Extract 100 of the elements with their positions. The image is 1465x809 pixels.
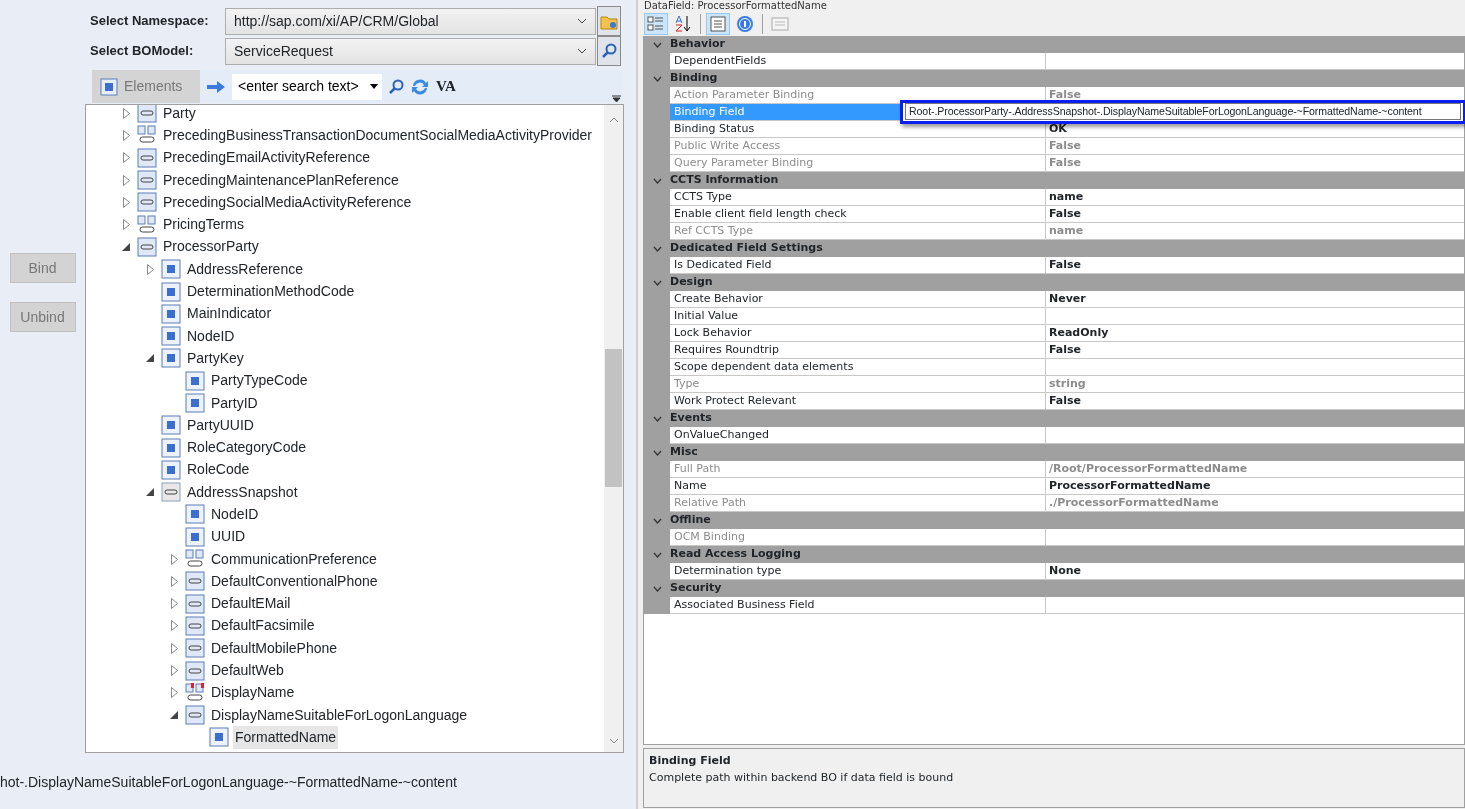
tree-item[interactable]: UUID xyxy=(209,525,248,549)
va-button[interactable]: VA xyxy=(436,75,456,98)
tree-item[interactable]: DefaultMobilePhone xyxy=(209,636,340,660)
collapsed-icon[interactable] xyxy=(170,620,178,632)
property-value[interactable]: False xyxy=(1046,393,1464,410)
property-name[interactable]: OnValueChanged xyxy=(670,427,1046,444)
categorized-icon[interactable] xyxy=(644,13,668,35)
scrollbar-thumb[interactable] xyxy=(605,349,622,487)
collapsed-icon[interactable] xyxy=(170,598,178,610)
collapse-icon[interactable] xyxy=(652,279,662,286)
scroll-down-icon[interactable] xyxy=(608,738,619,744)
tree-item[interactable]: AddressReference xyxy=(185,257,305,281)
collapse-icon[interactable] xyxy=(652,585,662,592)
property-value[interactable]: False xyxy=(1046,206,1464,223)
tree-item[interactable]: DefaultEMail xyxy=(209,592,293,616)
collapsed-icon[interactable] xyxy=(170,665,178,677)
tree-item[interactable]: CommunicationPreference xyxy=(209,547,379,571)
property-value[interactable]: False xyxy=(1046,342,1464,359)
collapsed-icon[interactable] xyxy=(122,196,130,208)
category-header[interactable]: Binding xyxy=(670,70,718,87)
tree-item[interactable]: PrecedingBusinessTransactionDocumentSocialMediaActivityProvider xyxy=(161,123,594,147)
property-name[interactable]: Associated Business Field xyxy=(670,597,1046,614)
search-field[interactable]: <enter search text> xyxy=(232,73,382,100)
tree-item[interactable]: ProcessorParty xyxy=(161,235,261,259)
property-value[interactable]: None xyxy=(1046,563,1464,580)
tree-item[interactable]: PrecedingEmailActivityReference xyxy=(161,146,372,170)
list-icon[interactable] xyxy=(706,13,730,35)
property-name[interactable]: Initial Value xyxy=(670,308,1046,325)
tree-item[interactable]: PrecedingMaintenancePlanReference xyxy=(161,168,401,192)
category-header[interactable]: CCTS Information xyxy=(670,172,779,189)
collapsed-icon[interactable] xyxy=(170,575,178,587)
property-value[interactable]: ReadOnly xyxy=(1046,325,1464,342)
property-name[interactable]: Name xyxy=(670,478,1046,495)
property-value[interactable]: ProcessorFormattedName xyxy=(1046,478,1464,495)
expanded-icon[interactable] xyxy=(170,711,178,720)
tree-item[interactable]: PartyUUID xyxy=(185,413,256,437)
tree-item[interactable]: DefaultFacsimile xyxy=(209,614,317,638)
search-button[interactable] xyxy=(597,36,621,66)
property-name[interactable]: Requires Roundtrip xyxy=(670,342,1046,359)
tree-item[interactable]: RoleCode xyxy=(185,458,252,482)
category-header[interactable]: Offline xyxy=(670,512,711,529)
property-name[interactable]: DependentFields xyxy=(670,53,1046,70)
collapsed-icon[interactable] xyxy=(170,642,178,654)
collapse-icon[interactable] xyxy=(652,177,662,184)
collapsed-icon[interactable] xyxy=(170,687,178,699)
tree-item[interactable]: NodeID xyxy=(209,503,261,526)
category-header[interactable]: Misc xyxy=(670,444,698,461)
property-name[interactable]: Lock Behavior xyxy=(670,325,1046,342)
property-value[interactable]: name xyxy=(1046,189,1464,206)
scroll-up-icon[interactable] xyxy=(608,117,619,123)
tree-item[interactable]: NodeID xyxy=(185,324,237,348)
tree-item[interactable]: PricingTerms xyxy=(161,213,246,237)
collapsed-icon[interactable] xyxy=(122,174,130,186)
category-header[interactable]: Design xyxy=(670,274,713,291)
tree-item[interactable]: MainIndicator xyxy=(185,302,274,326)
collapsed-icon[interactable] xyxy=(122,152,130,164)
property-name[interactable]: Scope dependent data elements xyxy=(670,359,1046,376)
property-name[interactable]: Determination type xyxy=(670,563,1046,580)
tree-item[interactable]: PartyTypeCode xyxy=(209,369,310,393)
property-name[interactable]: Create Behavior xyxy=(670,291,1046,308)
collapse-icon[interactable] xyxy=(652,551,662,558)
tree-item[interactable]: FormattedName xyxy=(233,725,339,749)
arrow-icon[interactable] xyxy=(206,79,226,94)
tree-item[interactable]: DefaultConventionalPhone xyxy=(209,569,380,593)
collapse-icon[interactable] xyxy=(652,245,662,252)
tree-item[interactable]: Party xyxy=(161,105,198,125)
tree-item[interactable]: DisplayName xyxy=(209,681,297,705)
category-header[interactable]: Events xyxy=(670,410,712,427)
overflow-icon[interactable] xyxy=(612,95,621,103)
collapse-icon[interactable] xyxy=(652,449,662,456)
collapsed-icon[interactable] xyxy=(122,219,130,231)
collapse-icon[interactable] xyxy=(652,75,662,82)
category-header[interactable]: Dedicated Field Settings xyxy=(670,240,823,257)
collapsed-icon[interactable] xyxy=(146,263,154,275)
tree-item[interactable]: PartyKey xyxy=(185,346,246,370)
property-value[interactable]: False xyxy=(1046,257,1464,274)
collapsed-icon[interactable] xyxy=(170,553,178,565)
tree-item[interactable]: DisplayNameSuitableForLogonLanguage xyxy=(209,703,470,727)
collapse-icon[interactable] xyxy=(652,517,662,524)
collapse-icon[interactable] xyxy=(652,415,662,422)
property-value[interactable]: Never xyxy=(1046,291,1464,308)
expanded-icon[interactable] xyxy=(146,488,154,497)
expanded-icon[interactable] xyxy=(146,354,154,363)
collapsed-icon[interactable] xyxy=(122,107,130,119)
expanded-icon[interactable] xyxy=(122,242,130,251)
tree-item[interactable]: DefaultWeb xyxy=(209,659,286,683)
property-name[interactable]: Work Protect Relevant xyxy=(670,393,1046,410)
tree-item[interactable]: PartyID xyxy=(209,391,260,415)
collapse-icon[interactable] xyxy=(652,41,662,48)
folder-button[interactable] xyxy=(597,6,621,36)
tree-item[interactable]: AddressSnapshot xyxy=(185,480,300,504)
search-icon[interactable] xyxy=(388,78,404,95)
property-name[interactable]: Binding Status xyxy=(670,121,1046,138)
namespace-dropdown[interactable]: http://sap.com/xi/AP/CRM/Global xyxy=(225,7,596,35)
collapsed-icon[interactable] xyxy=(122,129,130,141)
tree-item[interactable]: PrecedingSocialMediaActivityReference xyxy=(161,190,414,214)
category-header[interactable]: Behavior xyxy=(670,36,726,53)
category-header[interactable]: Security xyxy=(670,580,722,597)
bomodel-dropdown[interactable]: ServiceRequest xyxy=(225,37,596,65)
category-header[interactable]: Read Access Logging xyxy=(670,546,801,563)
